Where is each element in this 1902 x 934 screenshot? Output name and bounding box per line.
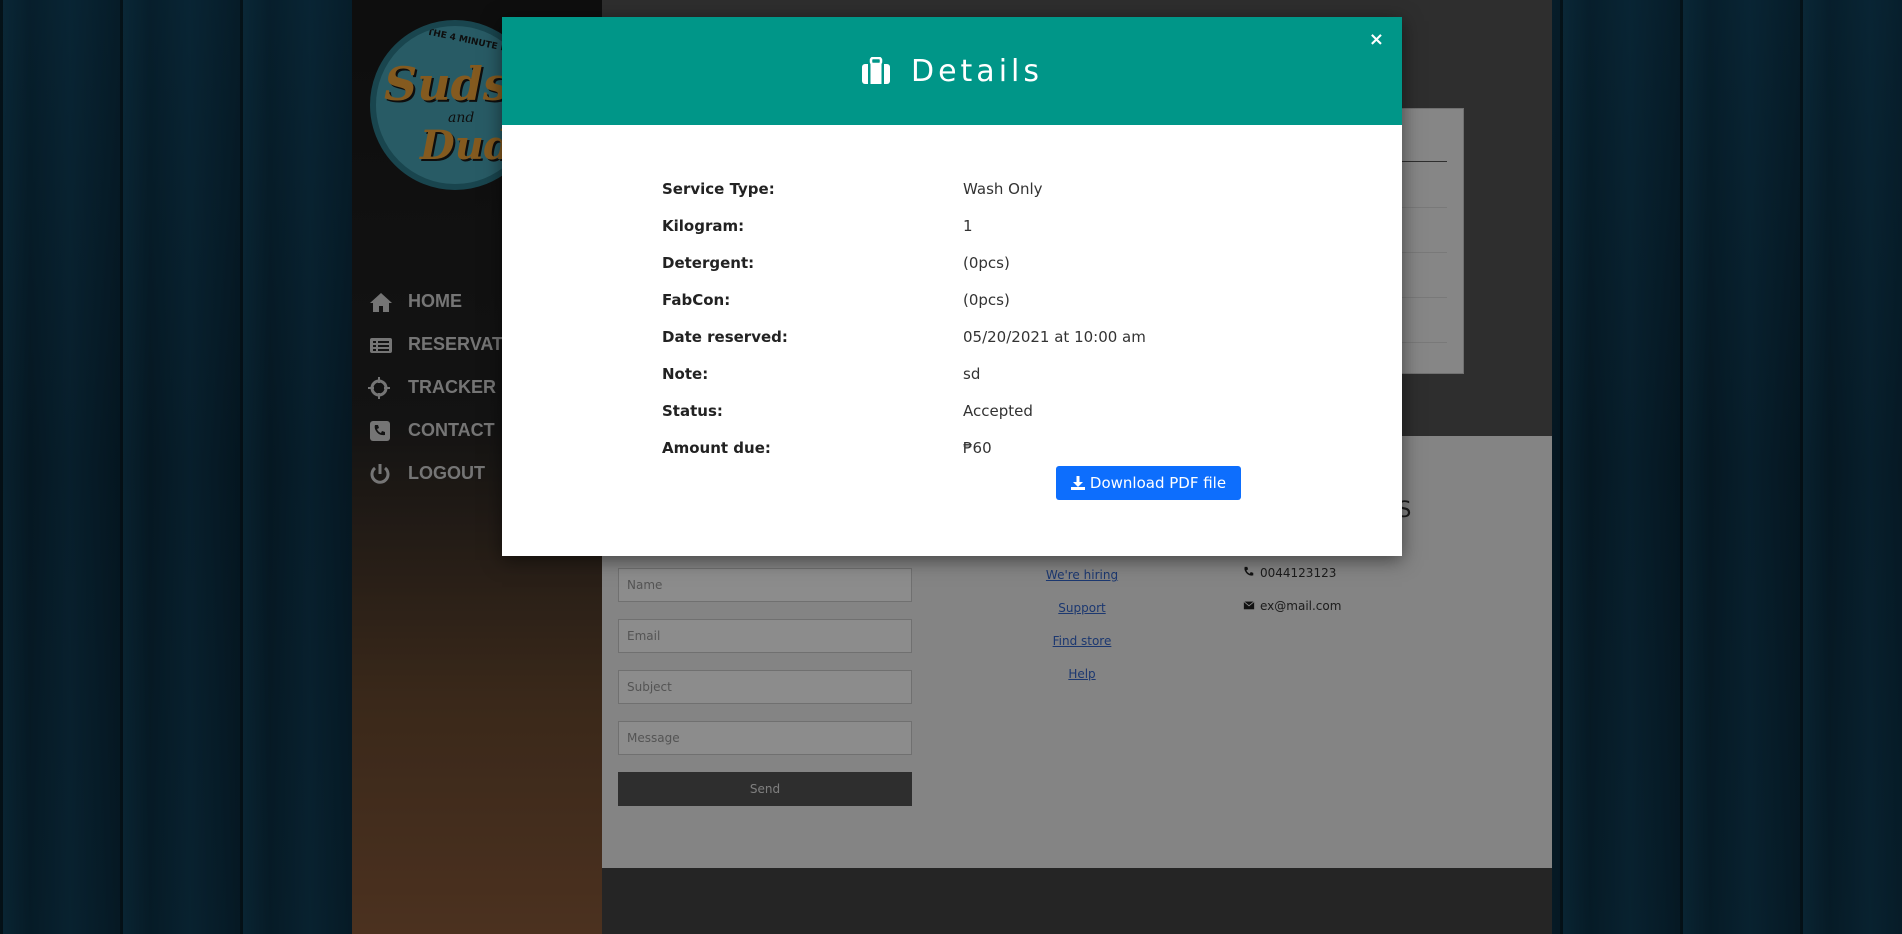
close-button[interactable]: ×: [1369, 29, 1384, 50]
download-pdf-label: Download PDF file: [1089, 474, 1227, 492]
details-list: Service Type: Wash Only Kilogram: 1 Dete…: [662, 170, 1146, 466]
details-modal: Details × Service Type: Wash Only Kilogr…: [502, 17, 1402, 556]
download-icon: [1070, 476, 1085, 490]
detail-label: Status:: [662, 401, 723, 420]
download-pdf-button[interactable]: Download PDF file: [1056, 466, 1241, 500]
detail-row-status: Status: Accepted: [662, 392, 1146, 429]
modal-title-text: Details: [910, 53, 1043, 89]
detail-value: Accepted: [963, 401, 1033, 420]
detail-row-amount-due: Amount due: ₱60: [662, 429, 1146, 466]
detail-row-kilogram: Kilogram: 1: [662, 207, 1146, 244]
detail-value: 05/20/2021 at 10:00 am: [963, 327, 1146, 346]
detail-value: 1: [963, 216, 973, 235]
detail-value: (0pcs): [963, 290, 1010, 309]
detail-value: Wash Only: [963, 179, 1043, 198]
detail-row-fabcon: FabCon: (0pcs): [662, 281, 1146, 318]
detail-label: Detergent:: [662, 253, 755, 272]
detail-row-detergent: Detergent: (0pcs): [662, 244, 1146, 281]
detail-label: Date reserved:: [662, 327, 788, 346]
detail-row-note: Note: sd: [662, 355, 1146, 392]
detail-label: Note:: [662, 364, 709, 383]
detail-row-date-reserved: Date reserved: 05/20/2021 at 10:00 am: [662, 318, 1146, 355]
detail-row-service-type: Service Type: Wash Only: [662, 170, 1146, 207]
detail-label: FabCon:: [662, 290, 731, 309]
modal-title: Details: [861, 54, 1043, 89]
detail-value: sd: [963, 364, 981, 383]
detail-value: (0pcs): [963, 253, 1010, 272]
detail-label: Kilogram:: [662, 216, 745, 235]
detail-label: Service Type:: [662, 179, 775, 198]
modal-header: Details ×: [502, 17, 1402, 125]
detail-label: Amount due:: [662, 438, 771, 457]
detail-value: ₱60: [963, 438, 992, 457]
briefcase-icon: [861, 57, 890, 84]
